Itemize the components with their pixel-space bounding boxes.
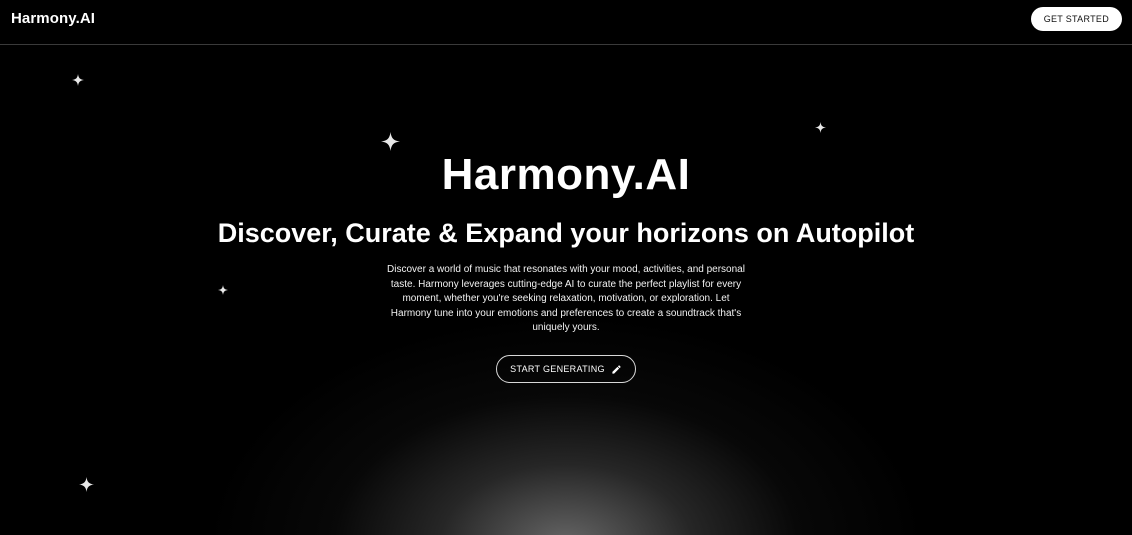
hero-subtitle: Discover, Curate & Expand your horizons … — [217, 218, 915, 248]
landing-page: Harmony.AI GET STARTED Harmony.AI Discov… — [0, 0, 1132, 535]
sparkle-icon — [381, 132, 400, 151]
hero-description: Discover a world of music that resonates… — [387, 264, 745, 334]
sparkle-icon — [79, 477, 94, 492]
start-generating-label: START GENERATING — [510, 364, 605, 374]
sparkle-icon — [218, 285, 228, 295]
sparkle-icon — [72, 74, 84, 86]
get-started-button[interactable]: GET STARTED — [1030, 7, 1122, 31]
brand-logo[interactable]: Harmony.AI — [11, 10, 95, 27]
navbar: Harmony.AI GET STARTED — [0, 0, 1132, 45]
start-generating-button[interactable]: START GENERATING — [496, 355, 636, 383]
pencil-icon — [611, 364, 622, 375]
sparkle-icon — [815, 122, 826, 133]
hero-title: Harmony.AI — [441, 150, 691, 199]
